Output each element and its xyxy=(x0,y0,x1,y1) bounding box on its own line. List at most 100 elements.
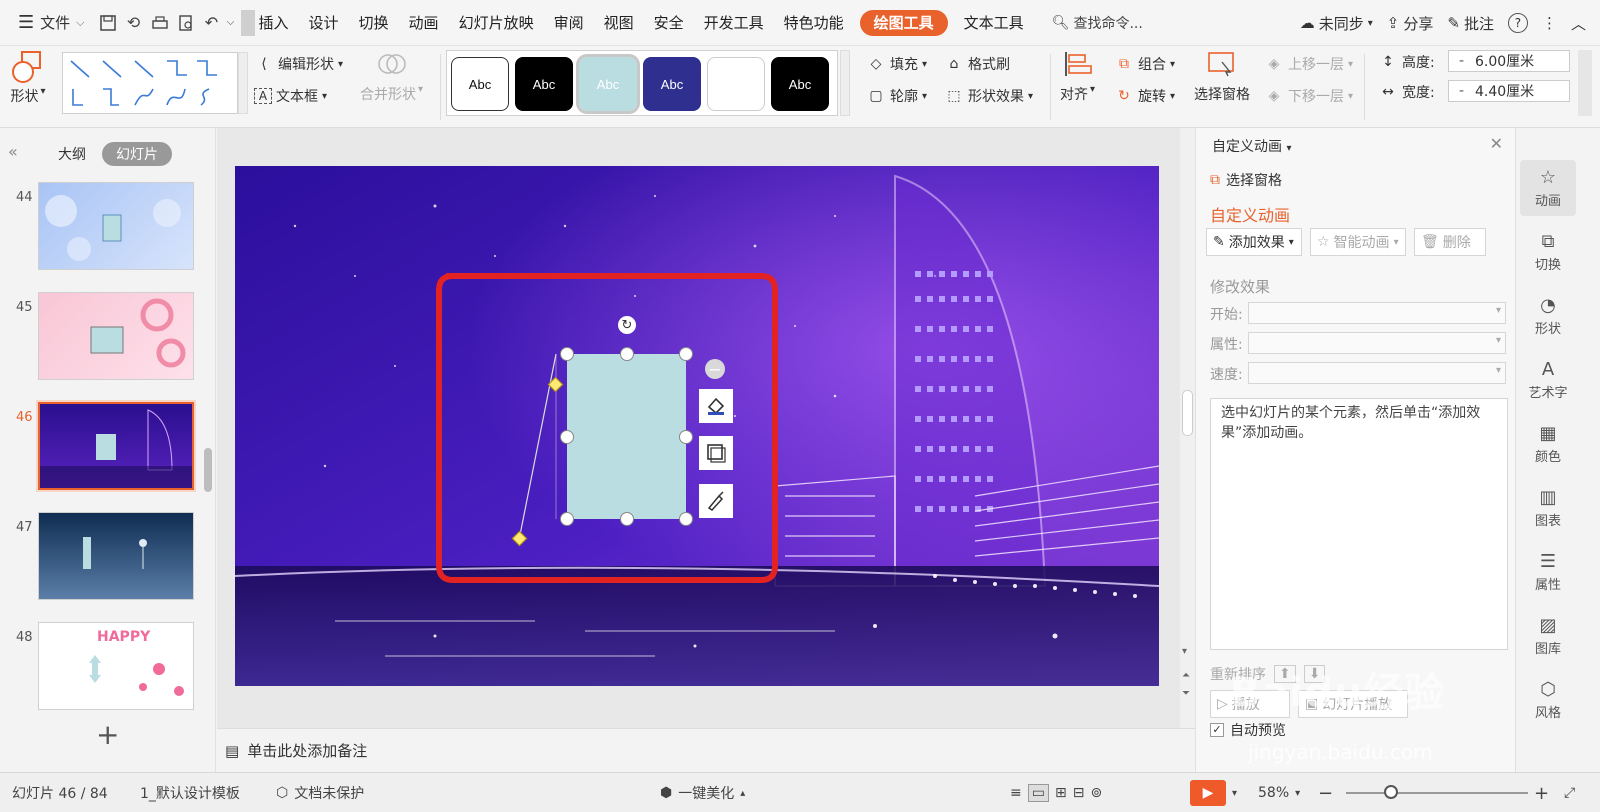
tab-animation[interactable]: 动画 xyxy=(399,0,449,46)
close-icon[interactable]: ✕ xyxy=(1490,134,1503,153)
tab-drawing-tools[interactable]: 绘图工具 xyxy=(859,9,948,36)
style-swatch-black[interactable]: Abc xyxy=(515,57,573,111)
more-icon[interactable]: ⋮ xyxy=(1542,14,1557,32)
canvas-scroll-thumb[interactable] xyxy=(1182,390,1193,436)
height-decrement[interactable]: - xyxy=(1459,53,1475,69)
tab-features[interactable]: 特色功能 xyxy=(774,0,854,46)
shape-effect-button[interactable]: ⬚ 形状效果 ▾ xyxy=(944,86,1033,106)
collapse-ribbon-icon[interactable]: ︿ xyxy=(1571,13,1586,34)
align-button[interactable]: 对齐 ▾ xyxy=(1060,50,1095,104)
move-down-icon[interactable]: ⬇ xyxy=(1303,665,1326,683)
tab-scroll-left[interactable] xyxy=(240,9,255,36)
quick-fill-button[interactable] xyxy=(699,389,733,423)
save-icon[interactable] xyxy=(95,10,121,36)
zoom-slider-track[interactable] xyxy=(1346,792,1528,794)
protect-status[interactable]: ⬡ 文档未保护 xyxy=(276,773,364,812)
pane-title[interactable]: 自定义动画 ▾ xyxy=(1212,136,1291,156)
selected-rectangle-shape[interactable] xyxy=(567,354,686,519)
reading-view-icon[interactable]: ⊟ xyxy=(1073,785,1085,801)
animation-list[interactable]: 选中幻灯片的某个元素，然后单击“添加效果”添加动画。 xyxy=(1210,398,1508,650)
slide-thumbnail-46[interactable] xyxy=(36,400,196,492)
tab-slideshow[interactable]: 幻灯片放映 xyxy=(449,0,544,46)
resize-handle-n[interactable] xyxy=(620,347,634,361)
width-input[interactable]: - 4.40厘米 xyxy=(1448,80,1570,102)
slide-thumbnail-45[interactable] xyxy=(38,292,194,380)
print-preview-icon[interactable] xyxy=(173,10,199,36)
rotate-button[interactable]: ↻ 旋转 ▾ xyxy=(1114,86,1175,106)
resize-handle-w[interactable] xyxy=(560,430,574,444)
tab-review[interactable]: 审阅 xyxy=(544,0,594,46)
auto-preview-checkbox[interactable]: ✓ 自动预览 xyxy=(1210,720,1286,740)
resize-handle-nw[interactable] xyxy=(560,347,574,361)
speed-select[interactable] xyxy=(1248,362,1506,384)
chevron-down-icon[interactable]: ▾ xyxy=(1232,788,1237,799)
sidebar-item-property[interactable]: ☰ 属性 xyxy=(1520,544,1576,600)
style-swatch-white[interactable]: Abc xyxy=(451,57,509,111)
resize-handle-sw[interactable] xyxy=(560,512,574,526)
scroll-down-icon[interactable]: ▾ xyxy=(1182,646,1187,657)
tab-slides[interactable]: 幻灯片 xyxy=(102,142,172,166)
share-button[interactable]: ⇪ 分享 xyxy=(1387,13,1434,34)
send-backward-button[interactable]: ◈ 下移一层 ▾ xyxy=(1264,86,1353,106)
notes-view-icon[interactable]: ≡ xyxy=(1010,785,1022,801)
comment-button[interactable]: ✎ 批注 xyxy=(1447,13,1494,34)
resize-handle-se[interactable] xyxy=(679,512,693,526)
style-swatch-black-2[interactable]: Abc xyxy=(771,57,829,111)
zoom-in-button[interactable]: + xyxy=(1534,773,1549,812)
command-search[interactable]: 🔍︎ 查找命令... xyxy=(1052,13,1143,33)
select-pane-link[interactable]: ⧉ 选择窗格 xyxy=(1210,170,1282,190)
add-slide-button[interactable]: + xyxy=(96,718,119,751)
zoom-slider-knob[interactable] xyxy=(1384,785,1398,799)
lines-gallery[interactable] xyxy=(62,52,238,114)
notes-area[interactable]: ▤ 单击此处添加备注 xyxy=(217,728,1195,772)
undo-history-icon[interactable]: ⟲ xyxy=(121,10,147,36)
tab-developer[interactable]: 开发工具 xyxy=(694,0,774,46)
collapse-panel-icon[interactable]: « xyxy=(8,142,18,161)
current-slide[interactable]: ↻ − xyxy=(235,166,1159,686)
edit-shape-button[interactable]: ⟨ 编辑形状 ▾ xyxy=(254,54,343,74)
start-select[interactable] xyxy=(1248,302,1506,324)
style-swatch-lightblue[interactable]: Abc xyxy=(576,54,640,114)
add-effect-button[interactable]: ✎ 添加效果 ▾ xyxy=(1206,228,1302,256)
resize-handle-s[interactable] xyxy=(620,512,634,526)
delete-button[interactable]: 🗑︎ 删除 xyxy=(1414,228,1486,256)
play-button[interactable]: ▷ 播放 xyxy=(1210,690,1290,718)
resize-handle-ne[interactable] xyxy=(679,347,693,361)
play-slideshow-button[interactable]: ▶ xyxy=(1190,780,1226,806)
slide-thumbnail-44[interactable] xyxy=(38,182,194,270)
sync-status[interactable]: ☁ 未同步 ▾ xyxy=(1300,13,1373,34)
print-icon[interactable] xyxy=(147,10,173,36)
undo-icon[interactable]: ↶ xyxy=(199,10,225,36)
tab-view[interactable]: 视图 xyxy=(594,0,644,46)
quick-outline-button[interactable] xyxy=(699,436,733,470)
zoom-out-button[interactable]: − xyxy=(1318,773,1333,812)
slide-thumbnail-48[interactable]: HAPPY xyxy=(38,622,194,710)
normal-view-icon[interactable]: ▭ xyxy=(1027,784,1049,802)
sidebar-item-gallery[interactable]: ▨ 图库 xyxy=(1520,608,1576,664)
style-swatch-blank[interactable] xyxy=(707,57,765,111)
style-swatch-navy[interactable]: Abc xyxy=(643,57,701,111)
presenter-view-icon[interactable]: ⊚ xyxy=(1090,785,1102,801)
tab-insert[interactable]: 插入 xyxy=(259,0,299,46)
outline-button[interactable]: ▢ 轮廓 ▾ xyxy=(866,86,927,106)
property-select[interactable] xyxy=(1248,332,1506,354)
width-decrement[interactable]: - xyxy=(1459,83,1475,99)
thumbnail-scrollbar[interactable] xyxy=(204,448,212,492)
rotate-handle[interactable]: ↻ xyxy=(618,316,636,334)
group-button[interactable]: ⧉ 组合 ▾ xyxy=(1114,54,1175,74)
fit-window-icon[interactable]: ⤢ xyxy=(1564,773,1575,812)
sidebar-item-shape[interactable]: ◔ 形状 xyxy=(1520,288,1576,344)
shape-button[interactable]: 形状 ▾ xyxy=(10,50,46,106)
prev-slide-icon[interactable]: ⏶ xyxy=(1182,670,1190,681)
template-name[interactable]: 1_默认设计模板 xyxy=(140,773,240,812)
zoom-value[interactable]: 58% ▾ xyxy=(1258,773,1300,812)
merge-shape-button[interactable]: 合并形状 ▾ xyxy=(360,50,423,104)
tab-outline[interactable]: 大纲 xyxy=(58,144,86,164)
quick-style-button[interactable] xyxy=(699,484,733,518)
resize-handle-e[interactable] xyxy=(679,430,693,444)
undo-dropdown-icon[interactable]: ⌵ xyxy=(225,10,237,36)
help-icon[interactable]: ? xyxy=(1507,13,1528,33)
tab-text-tools[interactable]: 文本工具 xyxy=(954,0,1034,46)
file-menu[interactable]: ☰ 文件 ⌵ xyxy=(0,0,95,46)
fill-button[interactable]: ◇ 填充 ▾ xyxy=(866,54,927,74)
